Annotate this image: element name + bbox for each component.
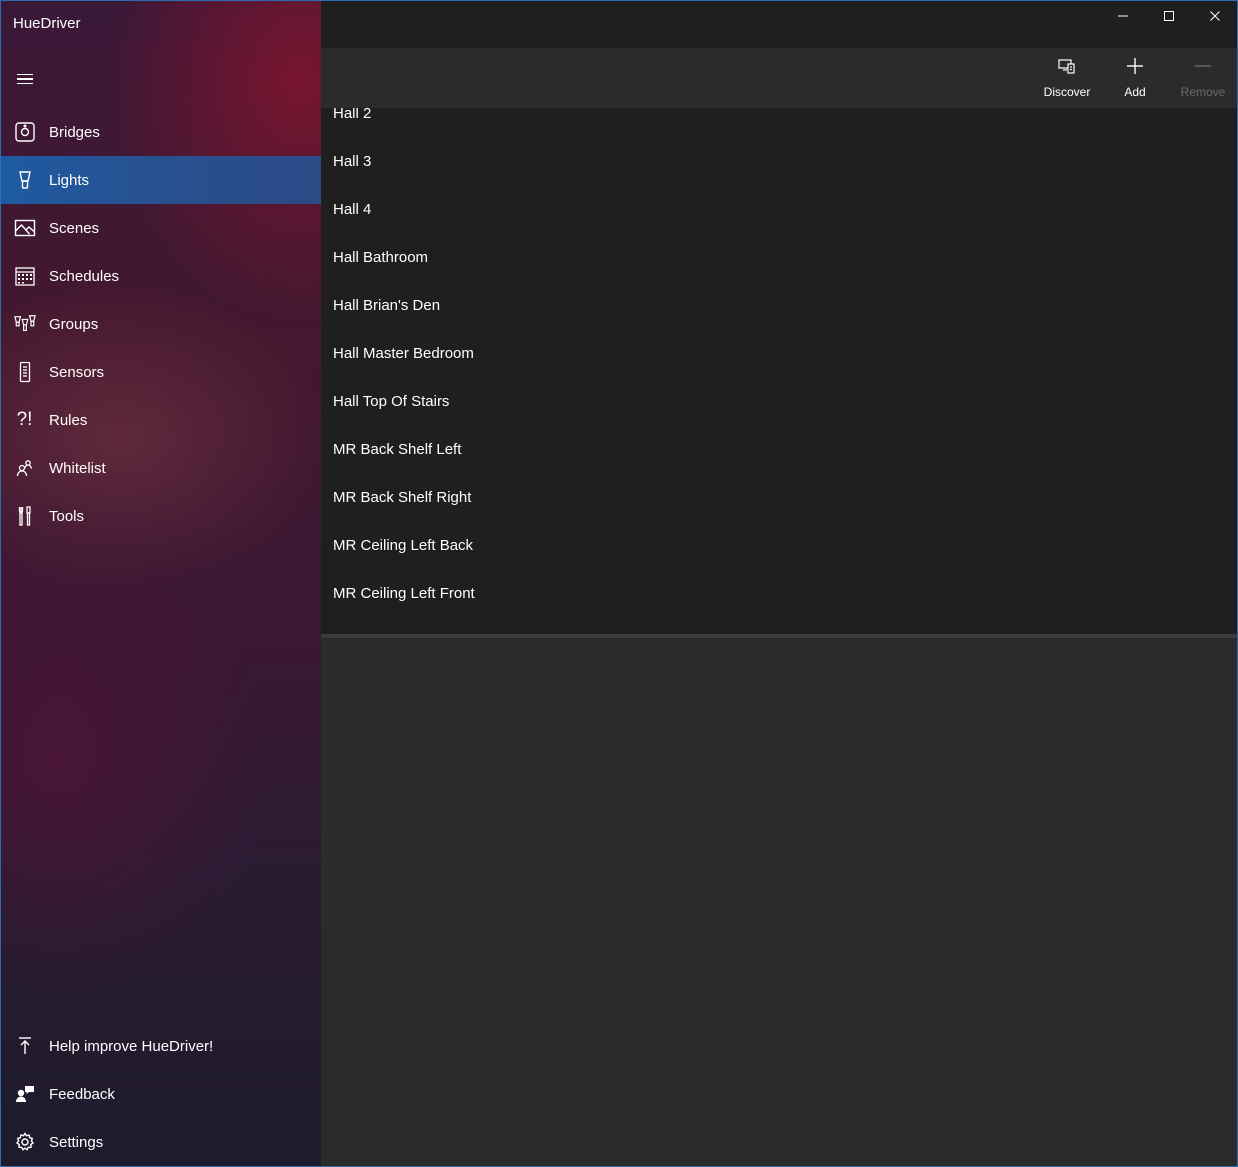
nav-item-lights[interactable]: Lights <box>0 156 321 204</box>
nav-item-label: Schedules <box>49 267 120 285</box>
nav-item-sensors[interactable]: Sensors <box>0 348 321 396</box>
nav-item-whitelist[interactable]: Whitelist <box>0 444 321 492</box>
list-item[interactable]: Hall 2 <box>321 108 1237 148</box>
picture-icon <box>0 204 49 252</box>
upload-arrow-icon <box>0 1022 49 1070</box>
nav-item-label: Settings <box>49 1133 104 1151</box>
nav-item-scenes[interactable]: Scenes <box>0 204 321 252</box>
nav-item-label: Lights <box>49 171 90 189</box>
maximize-button[interactable] <box>1146 0 1192 32</box>
nav-item-label: Help improve HueDriver! <box>49 1037 214 1055</box>
list-item[interactable]: MR Back Shelf Left <box>321 436 1237 484</box>
rules-icon: ?! <box>16 409 33 430</box>
lights-list: Hall 2 Hall 3 Hall 4 Hall Bathroom Hall … <box>321 108 1237 634</box>
plus-icon <box>1125 48 1145 84</box>
command-bar: Discover Add Remove <box>321 48 1238 108</box>
add-label: Add <box>1124 85 1146 99</box>
feedback-icon <box>0 1070 49 1118</box>
nav-item-label: Feedback <box>49 1085 115 1103</box>
list-item[interactable]: MR Ceiling Left Front <box>321 580 1237 628</box>
discover-button[interactable]: Discover <box>1033 48 1101 108</box>
nav-item-label: Rules <box>49 411 88 429</box>
discover-label: Discover <box>1043 85 1091 99</box>
discover-icon <box>1057 48 1077 84</box>
detail-pane <box>321 638 1238 1167</box>
nav-item-schedules[interactable]: Schedules <box>0 252 321 300</box>
sensor-remote-icon <box>0 348 49 396</box>
title-bar <box>321 0 1238 48</box>
nav-item-feedback[interactable]: Feedback <box>0 1070 321 1118</box>
list-item[interactable]: MR Back Shelf Right <box>321 484 1237 532</box>
nav-item-groups[interactable]: Groups <box>0 300 321 348</box>
hamburger-icon <box>17 73 33 85</box>
minimize-icon <box>1118 15 1128 17</box>
people-icon <box>0 444 49 492</box>
group-lights-icon <box>0 300 49 348</box>
lightbulb-icon <box>0 156 49 204</box>
list-item[interactable]: Hall Master Bedroom <box>321 340 1237 388</box>
nav-item-settings[interactable]: Settings <box>0 1118 321 1166</box>
nav-item-label: Scenes <box>49 219 100 237</box>
nav-item-rules[interactable]: ?! Rules <box>0 396 321 444</box>
nav-item-label: Tools <box>49 507 85 525</box>
nav-item-label: Sensors <box>49 363 105 381</box>
list-item[interactable]: Hall 4 <box>321 196 1237 244</box>
close-button[interactable] <box>1192 0 1238 32</box>
calendar-icon <box>0 252 49 300</box>
minimize-button[interactable] <box>1100 0 1146 32</box>
list-item[interactable]: Hall Bathroom <box>321 244 1237 292</box>
close-icon <box>1210 11 1220 21</box>
minus-icon <box>1193 48 1213 84</box>
nav-item-help-improve[interactable]: Help improve HueDriver! <box>0 1022 321 1070</box>
bridge-icon <box>0 108 49 156</box>
app-title: HueDriver <box>13 15 81 32</box>
list-item[interactable]: Hall 3 <box>321 148 1237 196</box>
add-button[interactable]: Add <box>1101 48 1169 108</box>
hamburger-menu-button[interactable] <box>0 56 50 102</box>
nav-item-label: Bridges <box>49 123 100 141</box>
remove-button[interactable]: Remove <box>1169 48 1237 108</box>
nav-item-tools[interactable]: Tools <box>0 492 321 540</box>
gear-icon <box>0 1118 49 1166</box>
tools-icon <box>0 492 49 540</box>
list-item[interactable]: Hall Top Of Stairs <box>321 388 1237 436</box>
list-item[interactable]: Hall Brian's Den <box>321 292 1237 340</box>
list-item[interactable]: MR Ceiling Left Back <box>321 532 1237 580</box>
maximize-icon <box>1164 11 1174 21</box>
remove-label: Remove <box>1180 85 1226 99</box>
nav-item-label: Groups <box>49 315 99 333</box>
navigation-pane: HueDriver Bridges Lights Scenes Schedule… <box>0 0 321 1167</box>
nav-item-label: Whitelist <box>49 459 106 477</box>
nav-item-bridges[interactable]: Bridges <box>0 108 321 156</box>
